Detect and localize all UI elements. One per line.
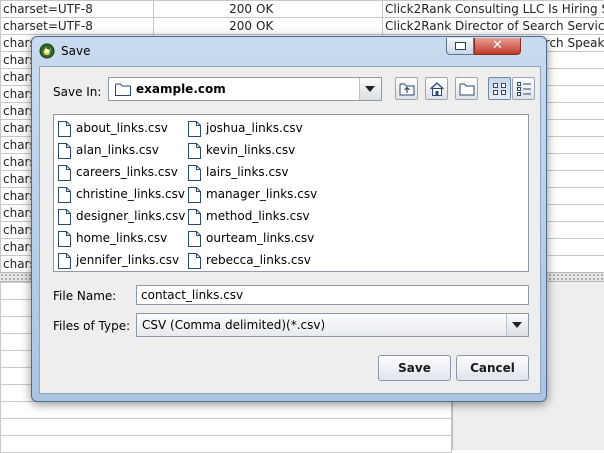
file-name: kevin_links.csv — [206, 143, 295, 157]
file-name-input[interactable] — [136, 285, 529, 305]
table-cell: 200 — [154, 1, 255, 18]
save-in-dropdown[interactable]: example.com — [108, 77, 382, 101]
files-of-type-label: Files of Type: — [53, 319, 130, 333]
table-row[interactable]: charset=UTF-8200OKClick2Rank Consulting … — [1, 1, 604, 18]
file-icon — [188, 253, 201, 269]
up-one-level-button[interactable] — [395, 77, 418, 100]
file-icon — [58, 209, 71, 225]
table-cell: charset=UTF-8 — [1, 18, 154, 35]
list-view-icon — [492, 81, 508, 97]
file-name: home_links.csv — [76, 231, 167, 245]
save-in-label: Save In: — [53, 85, 101, 99]
chevron-down-icon[interactable] — [359, 78, 381, 100]
file-name: ourteam_links.csv — [206, 231, 314, 245]
file-name: about_links.csv — [76, 121, 168, 135]
save-dialog: Save ✕ Save In: example.com — [31, 36, 547, 402]
table-cell: 200 — [154, 18, 255, 35]
table-cell: Click2Rank Consulting LLC Is Hiring Se — [383, 1, 604, 18]
file-name: rebecca_links.csv — [206, 253, 311, 267]
home-button[interactable] — [425, 77, 448, 100]
files-of-type-value: CSV (Comma delimited)(*.csv) — [142, 318, 325, 332]
table-cell: OK — [254, 1, 383, 18]
up-one-level-icon — [399, 81, 415, 97]
file-list[interactable]: about_links.csv alan_links.csv careers_lin… — [53, 114, 529, 272]
table-cell — [1, 419, 452, 436]
table-row[interactable] — [1, 402, 452, 419]
file-name: manager_links.csv — [206, 187, 317, 201]
save-in-value: example.com — [136, 82, 226, 96]
cancel-button[interactable]: Cancel — [456, 355, 529, 381]
table-cell: Click2Rank Director of Search Services S — [383, 18, 604, 35]
file-icon — [188, 143, 201, 159]
file-name-label: File Name: — [53, 289, 116, 303]
file-icon — [188, 187, 201, 203]
table-cell: OK — [254, 18, 383, 35]
list-view-button[interactable] — [488, 77, 511, 100]
table-cell: charset=UTF-8 — [1, 1, 154, 18]
file-icon — [188, 165, 201, 181]
restore-button[interactable] — [446, 38, 474, 55]
file-name: alan_links.csv — [76, 143, 159, 157]
table-row[interactable] — [1, 419, 452, 436]
file-name: jennifer_links.csv — [76, 253, 179, 267]
details-view-icon — [516, 81, 532, 97]
new-folder-button[interactable] — [455, 77, 478, 100]
dialog-titlebar[interactable]: Save ✕ — [32, 37, 546, 65]
file-name: joshua_links.csv — [206, 121, 303, 135]
details-view-button[interactable] — [512, 77, 535, 100]
folder-icon — [115, 83, 131, 96]
file-icon — [58, 187, 71, 203]
restore-icon — [455, 42, 466, 50]
file-icon — [188, 231, 201, 247]
file-name: careers_links.csv — [76, 165, 178, 179]
file-icon — [58, 231, 71, 247]
file-icon — [58, 165, 71, 181]
file-icon — [188, 209, 201, 225]
file-name: lairs_links.csv — [206, 165, 288, 179]
chevron-down-icon[interactable] — [506, 314, 528, 336]
file-name: christine_links.csv — [76, 187, 185, 201]
table-row[interactable]: charset=UTF-8200OKClick2Rank Director of… — [1, 18, 604, 35]
file-name: method_links.csv — [206, 209, 310, 223]
new-folder-icon — [459, 81, 475, 97]
table-cell — [1, 402, 452, 419]
file-icon — [188, 121, 201, 137]
file-name: designer_links.csv — [76, 209, 185, 223]
files-of-type-dropdown[interactable]: CSV (Comma delimited)(*.csv) — [136, 313, 529, 337]
close-button[interactable]: ✕ — [474, 38, 521, 55]
file-icon — [58, 121, 71, 137]
dialog-body: Save In: example.com — [39, 66, 541, 394]
close-icon: ✕ — [475, 38, 520, 54]
java-app-icon — [39, 43, 55, 59]
dialog-title: Save — [61, 44, 90, 58]
save-button[interactable]: Save — [378, 355, 451, 381]
home-icon — [429, 81, 445, 97]
file-icon — [58, 253, 71, 269]
file-icon — [58, 143, 71, 159]
